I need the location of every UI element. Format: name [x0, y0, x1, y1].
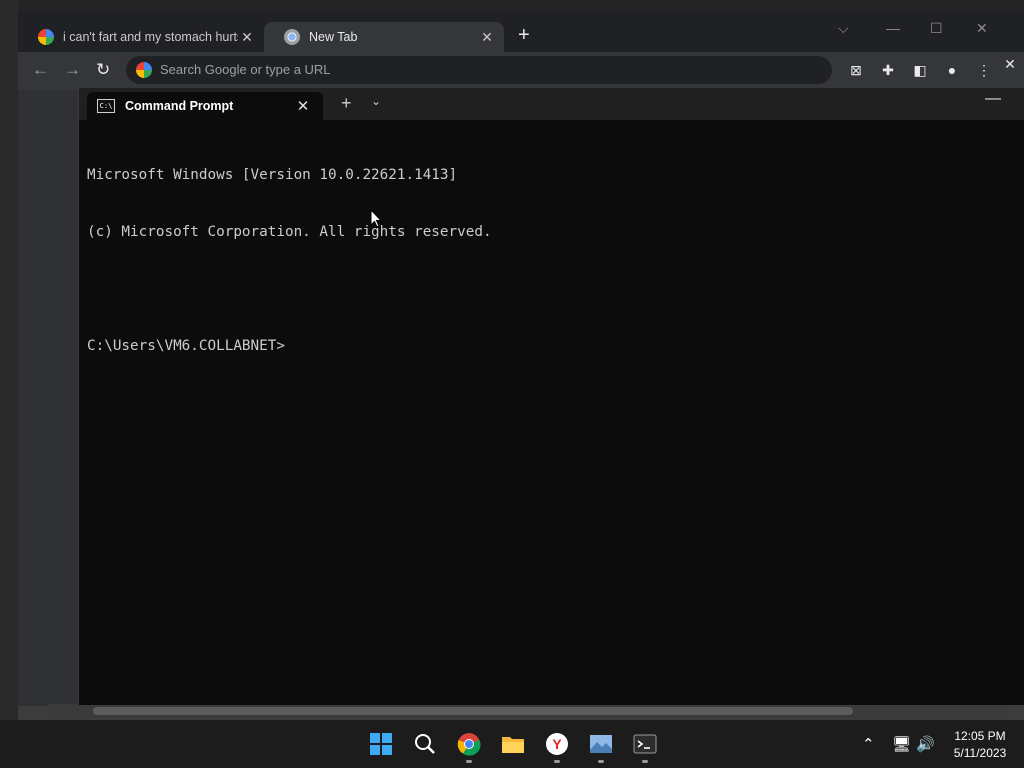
minimize-icon[interactable]: —: [985, 90, 1001, 108]
terminal-tab-bar: C:\ Command Prompt ✕ + ⌄ —: [79, 88, 1024, 120]
terminal-prompt[interactable]: C:\Users\VM6.COLLABNET>: [87, 337, 492, 356]
chrome-tab-title: New Tab: [309, 30, 358, 44]
chrome-tab-strip: i can't fart and my stomach hurts ✕ New …: [18, 10, 1024, 52]
terminal-output[interactable]: Microsoft Windows [Version 10.0.22621.14…: [87, 128, 492, 394]
close-panel-icon[interactable]: ✕: [1002, 56, 1018, 72]
close-tab-icon[interactable]: ✕: [293, 97, 313, 115]
terminal-tab[interactable]: C:\ Command Prompt ✕: [87, 92, 323, 120]
chevron-down-icon[interactable]: ⌄: [371, 94, 381, 108]
maximize-icon[interactable]: ☐: [930, 20, 943, 37]
desktop-background-top: [18, 0, 1024, 10]
close-window-icon[interactable]: ✕: [976, 20, 988, 37]
address-bar-placeholder: Search Google or type a URL: [160, 62, 331, 77]
terminal-line: Microsoft Windows [Version 10.0.22621.14…: [87, 167, 458, 183]
cmd-icon: C:\: [97, 99, 115, 113]
horizontal-scrollbar[interactable]: [48, 704, 1006, 718]
new-terminal-tab-button[interactable]: +: [341, 93, 352, 114]
chrome-tab-title: i can't fart and my stomach hurts: [63, 30, 238, 44]
chrome-page-area: [18, 90, 78, 706]
running-indicator: [598, 760, 604, 763]
svg-text:Y: Y: [552, 736, 562, 752]
chrome-icon[interactable]: [457, 732, 481, 756]
close-tab-icon[interactable]: ✕: [238, 29, 256, 46]
desktop-background-left: [0, 0, 18, 720]
new-tab-button[interactable]: +: [518, 25, 530, 45]
taskbar: Y ⌃ 🖥 🔊 12:05 PM 5/11/2023: [0, 720, 1024, 768]
tab-search-icon[interactable]: ⌵: [838, 20, 849, 37]
extension-blocked-icon[interactable]: ⊠: [848, 62, 864, 78]
chrome-favicon-icon: [284, 29, 300, 45]
network-icon[interactable]: 🖥: [892, 735, 911, 753]
running-indicator: [642, 760, 648, 763]
profile-icon[interactable]: ●: [944, 62, 960, 78]
close-tab-icon[interactable]: ✕: [478, 29, 496, 46]
clock-date[interactable]: 5/11/2023: [940, 746, 1020, 760]
chevron-up-icon[interactable]: ⌃: [862, 735, 875, 753]
clock-time[interactable]: 12:05 PM: [940, 729, 1020, 743]
chrome-tab-new-tab[interactable]: New Tab ✕: [264, 22, 504, 52]
terminal-window[interactable]: C:\ Command Prompt ✕ + ⌄ — Microsoft Win…: [78, 88, 1024, 705]
running-indicator: [466, 760, 472, 763]
address-bar[interactable]: Search Google or type a URL: [126, 56, 832, 84]
volume-icon[interactable]: 🔊: [916, 735, 935, 753]
back-icon[interactable]: ←: [32, 60, 49, 80]
terminal-line: (c) Microsoft Corporation. All rights re…: [87, 224, 492, 240]
reload-icon[interactable]: ↻: [96, 60, 110, 80]
side-panel-icon[interactable]: ◧: [912, 62, 928, 78]
google-favicon-icon: [38, 29, 54, 45]
file-explorer-icon[interactable]: [501, 732, 525, 756]
terminal-icon[interactable]: [633, 732, 657, 756]
search-icon[interactable]: [413, 732, 437, 756]
photos-icon[interactable]: [589, 732, 613, 756]
mouse-cursor-icon: [370, 209, 382, 228]
forward-icon[interactable]: →: [64, 60, 81, 80]
scrollbar-thumb[interactable]: [93, 707, 853, 715]
running-indicator: [554, 760, 560, 763]
minimize-icon[interactable]: —: [886, 20, 900, 36]
chrome-menu-icon[interactable]: ⋮: [976, 62, 992, 78]
puzzle-extensions-icon[interactable]: ✚: [880, 62, 896, 78]
terminal-tab-title: Command Prompt: [125, 99, 234, 113]
google-icon: [136, 62, 152, 78]
yandex-icon[interactable]: Y: [545, 732, 569, 756]
chrome-tab-search[interactable]: i can't fart and my stomach hurts ✕: [18, 22, 264, 52]
windows-start-icon[interactable]: [369, 732, 393, 756]
